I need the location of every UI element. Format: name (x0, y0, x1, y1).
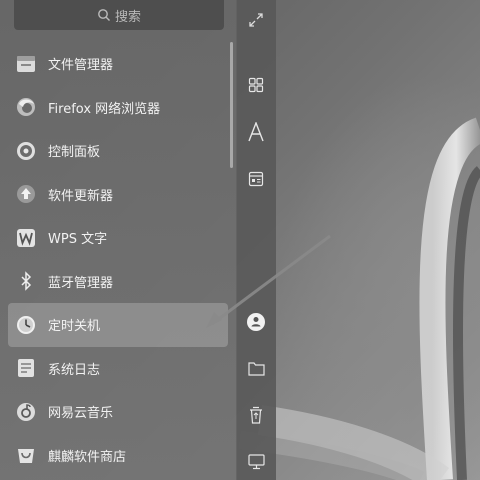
computer-icon[interactable] (244, 450, 268, 474)
app-item-software-updater[interactable]: 软件更新器 (0, 173, 236, 217)
app-item-timed-shutdown[interactable]: 定时关机 (8, 303, 228, 347)
bluetooth-icon (14, 269, 38, 293)
app-item-kylin-store[interactable]: 麒麟软件商店 (0, 434, 236, 478)
app-item-file-manager[interactable]: 文件管理器 (0, 42, 236, 86)
expand-icon[interactable] (244, 8, 268, 32)
control-panel-icon (14, 139, 38, 163)
all-apps-grid-icon[interactable] (244, 73, 268, 97)
app-list-panel: 搜索 文件管理器 Firefox 网络浏览器 控制面板 软件更新器 WPS 文字… (0, 0, 236, 480)
app-item-netease-music[interactable]: 网易云音乐 (0, 390, 236, 434)
letter-sort-icon[interactable] (244, 120, 268, 144)
trash-icon[interactable] (244, 403, 268, 427)
app-item-bluetooth[interactable]: 蓝牙管理器 (0, 260, 236, 304)
file-manager-icon (14, 52, 38, 76)
app-item-label: 定时关机 (48, 319, 101, 335)
search-input[interactable]: 搜索 (14, 0, 224, 30)
app-item-control-panel[interactable]: 控制面板 (0, 129, 236, 173)
timed-shutdown-icon (14, 313, 38, 337)
app-item-wps-writer[interactable]: WPS 文字 (0, 216, 236, 260)
category-icon[interactable] (244, 167, 268, 191)
kylin-store-icon (14, 443, 38, 467)
app-item-label: 系统日志 (48, 362, 101, 378)
app-item-label: 软件更新器 (48, 188, 114, 204)
app-list-scrollbar[interactable] (230, 42, 233, 168)
search-placeholder: 搜索 (114, 9, 141, 25)
app-item-label: 蓝牙管理器 (48, 275, 114, 291)
app-item-label: 文件管理器 (48, 58, 114, 74)
app-item-label: WPS 文字 (48, 232, 108, 248)
app-list: 文件管理器 Firefox 网络浏览器 控制面板 软件更新器 WPS 文字 蓝牙… (0, 42, 236, 477)
app-item-firefox[interactable]: Firefox 网络浏览器 (0, 86, 236, 130)
search-icon (98, 9, 110, 21)
software-updater-icon (14, 182, 38, 206)
user-icon[interactable] (244, 310, 268, 334)
wps-writer-icon (14, 226, 38, 250)
app-item-label: 控制面板 (48, 145, 101, 161)
start-menu: 搜索 文件管理器 Firefox 网络浏览器 控制面板 软件更新器 WPS 文字… (0, 0, 276, 480)
netease-music-icon (14, 400, 38, 424)
app-item-label: 麒麟软件商店 (48, 449, 127, 465)
firefox-icon (14, 95, 38, 119)
folder-icon[interactable] (244, 356, 268, 380)
app-item-label: Firefox 网络浏览器 (48, 101, 161, 117)
app-item-system-log[interactable]: 系统日志 (0, 347, 236, 391)
desktop: 搜索 文件管理器 Firefox 网络浏览器 控制面板 软件更新器 WPS 文字… (0, 0, 480, 480)
app-item-label: 网易云音乐 (48, 406, 114, 422)
system-log-icon (14, 356, 38, 380)
